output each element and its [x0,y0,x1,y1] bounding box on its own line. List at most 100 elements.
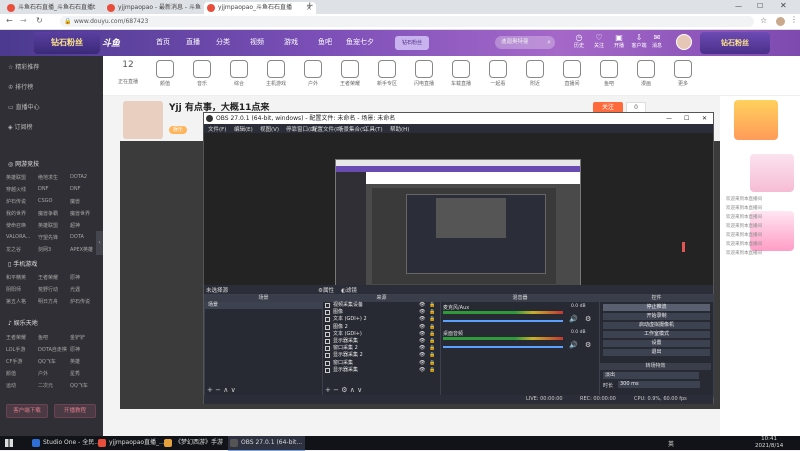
obs-maximize-icon[interactable]: ☐ [684,113,689,124]
source-item[interactable]: 显示器采集 2 👁 🔒 [323,352,440,359]
sidebar-grid-item[interactable]: 剑网3 [38,246,51,253]
sidebar-grid-item[interactable]: 穿越火线 [6,186,26,193]
browser-tab-1[interactable]: 斗鱼石石直播_斗鱼石石直播t× [4,2,116,14]
event-banner[interactable]: 钻石粉丝 [395,36,429,50]
sidebar-grid-item[interactable]: 光遇 [70,286,80,293]
category-1[interactable]: 颜值 [148,60,182,87]
sidebar-grid-item[interactable]: 使命召唤 [6,222,26,229]
obs-menu-item[interactable]: 帮助(H) [390,125,409,133]
source-item[interactable]: 文本 (GDI+) 👁 🔒 [323,331,440,338]
streamer-avatar[interactable] [123,101,163,139]
sidebar-grid-item[interactable]: 超神 [70,222,80,229]
lock-icon[interactable]: 🔒 [429,360,435,367]
promo-banner-mid[interactable] [750,154,794,192]
window-close-icon[interactable]: ✕ [780,1,787,10]
sidebar-grid-item[interactable]: CSGO [38,198,52,204]
move-up-icon[interactable]: ∧ [350,386,355,394]
lock-icon[interactable]: 🔒 [429,352,435,359]
language-indicator[interactable]: 英 [668,439,674,448]
sidebar-grid-item[interactable]: 王者荣耀 [38,274,58,281]
remove-icon[interactable]: − [215,386,221,394]
category-15[interactable]: 更多 [666,60,700,87]
broadcast-tutorial-button[interactable]: 开播教程 [54,404,96,418]
history-button[interactable]: ◷ 历史 [572,33,586,49]
category-7[interactable]: 新手专区 [370,60,404,87]
sidebar-grid-item[interactable]: 运动 [6,382,16,389]
sidebar-grid-item[interactable]: DOTA [70,234,84,240]
search-input[interactable]: 迪迦奥特曼 ⌕ [495,36,555,49]
gear-icon[interactable]: ⚙ [341,386,347,394]
profile-avatar[interactable] [776,17,785,26]
sidebar-grid-item[interactable]: 炉石传说 [70,298,90,305]
sidebar-grid-item[interactable]: QQ飞车 [70,382,88,389]
back-icon[interactable]: ← [6,16,13,25]
forward-icon[interactable]: → [20,16,27,25]
nav-home[interactable]: 首页 [156,37,170,47]
lock-icon[interactable]: 🔒 [429,338,435,345]
obs-menu-item[interactable]: 工具(T) [364,125,383,133]
obs-menu-item[interactable]: 文件(F) [208,125,226,133]
eye-icon[interactable]: 👁 [419,360,425,367]
lock-icon[interactable]: 🔒 [429,331,435,338]
url-field[interactable]: 🔒 www.douyu.com/687423 [60,16,754,27]
sidebar-grid-item[interactable]: 我的世界 [6,210,26,217]
add-icon[interactable]: + [207,386,213,394]
sidebar-grid-item[interactable]: 原神 [70,346,80,353]
category-6[interactable]: 王者荣耀 [333,60,367,87]
eye-icon[interactable]: 👁 [419,302,425,309]
duration-input[interactable]: 300 ms [618,381,700,388]
eye-icon[interactable]: 👁 [419,324,425,331]
move-down-icon[interactable]: ∨ [231,386,236,394]
sidebar-grid-item[interactable]: 英雄联盟 [38,222,58,229]
sidebar-grid-item[interactable]: 魔兽 [70,198,80,205]
category-10[interactable]: 一起看 [481,60,515,87]
source-item[interactable]: 显示器采集 👁 🔒 [323,367,440,374]
category-11[interactable]: 附近 [518,60,552,87]
control-button-5[interactable]: 退出 [603,348,710,356]
eye-icon[interactable]: 👁 [419,316,425,323]
sidebar-grid-item[interactable]: DNF [38,186,48,192]
menu-icon[interactable]: ⋮ [790,15,798,24]
properties-button[interactable]: ⚙属性 [318,286,334,294]
sidebar-grid-item[interactable]: QQ飞车 [38,358,56,365]
sidebar-grid-item[interactable]: 英雄 [70,358,80,365]
sidebar-grid-item[interactable]: 阴阳师 [6,286,21,293]
windows-start-icon[interactable] [5,439,13,447]
category-12[interactable]: 直播间 [555,60,589,87]
sidebar-grid-item[interactable]: 和平精英 [6,274,26,281]
control-button-4[interactable]: 设置 [603,339,710,347]
obs-preview[interactable] [204,133,713,298]
sidebar-grid-item[interactable]: 颜值 [6,370,16,377]
sidebar-grid-item[interactable]: 金铲铲 [70,334,85,341]
browser-tab-3[interactable]: yjjmpaopao_斗鱼石石直播 × [204,2,316,14]
nav-live[interactable]: 直播 [186,37,200,47]
maximize-icon[interactable]: ☐ [757,2,763,10]
control-button-3[interactable]: 工作室模式 [603,330,710,338]
sidebar-grid-item[interactable]: 明日方舟 [38,298,58,305]
promo-banner-top[interactable] [734,100,778,140]
client-button[interactable]: ⇩ 客户端 [630,33,648,49]
eye-icon[interactable]: 👁 [419,309,425,316]
diamond-fans-logo[interactable]: 钻石粉丝 [34,32,100,54]
user-avatar[interactable] [676,34,692,50]
obs-menu-item[interactable]: 编辑(E) [234,125,253,133]
category-5[interactable]: 户外 [296,60,330,87]
start-broadcast-button[interactable]: ▣ 开播 [612,33,626,49]
sidebar-grid-item[interactable]: 炉石传说 [6,198,26,205]
obs-close-icon[interactable]: ✕ [702,113,707,124]
sidebar-grid-item[interactable]: 荒野行动 [38,286,58,293]
sidebar-grid-item[interactable]: VALORA... [6,234,30,240]
sidebar-grid-item[interactable]: 魔兽争霸 [38,210,58,217]
sidebar-item-recommend[interactable]: ☆ 精彩推荐 [8,62,39,71]
gear-icon[interactable]: ⚙ [585,341,591,349]
filters-button[interactable]: ◐滤镜 [341,286,357,294]
sidebar-grid-item[interactable]: DOTA2 [70,174,87,180]
eye-icon[interactable]: 👁 [419,345,425,352]
control-button-1[interactable]: 开始录制 [603,312,710,320]
source-item[interactable]: 图像 2 👁 🔒 [323,324,440,331]
sidebar-grid-item[interactable]: 二次元 [38,382,53,389]
move-down-icon[interactable]: ∨ [357,386,362,394]
sidebar-grid-item[interactable]: LOL手游 [6,346,25,353]
category-9[interactable]: 车载直播 [444,60,478,87]
nav-qixi[interactable]: 鱼宠七夕 [346,37,374,47]
